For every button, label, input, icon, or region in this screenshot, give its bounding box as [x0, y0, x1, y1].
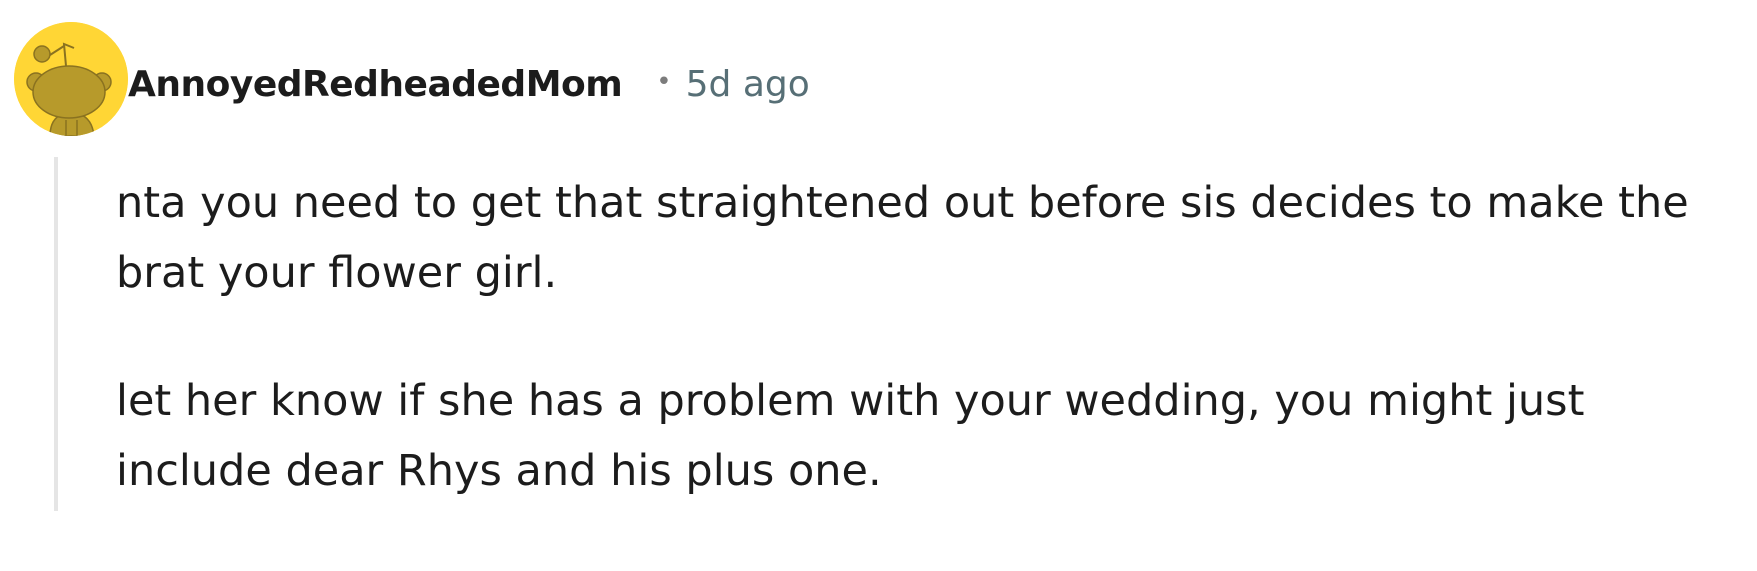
separator-dot: •: [656, 67, 672, 97]
comment-paragraph: nta you need to get that straightened ou…: [116, 178, 1689, 298]
comment-paragraph: let her know if she has a problem with y…: [116, 376, 1585, 496]
avatar[interactable]: [14, 22, 128, 136]
comment-timestamp[interactable]: 5d ago: [686, 64, 810, 105]
author-username[interactable]: AnnoyedRedheadedMom: [128, 64, 623, 105]
reddit-snoo-avatar-icon: [14, 22, 128, 136]
comment: AnnoyedRedheadedMom • 5d ago nta you nee…: [0, 0, 1757, 571]
comment-body: nta you need to get that straightened ou…: [116, 168, 1736, 506]
comment-header: AnnoyedRedheadedMom • 5d ago: [128, 56, 810, 112]
thread-line[interactable]: [54, 157, 58, 511]
